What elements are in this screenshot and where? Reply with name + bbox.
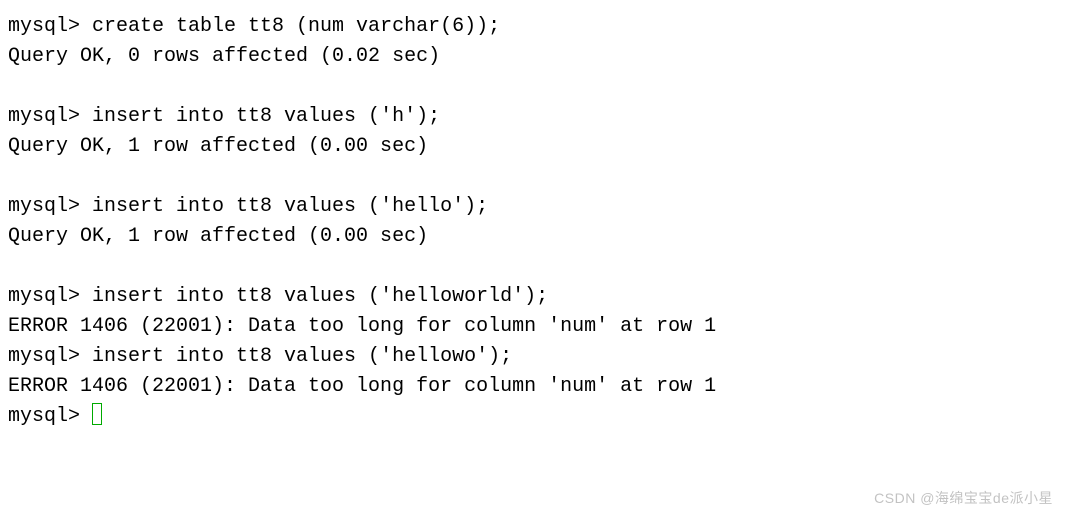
- mysql-prompt: mysql>: [8, 345, 92, 368]
- output-text: Query OK, 1 row affected (0.00 sec): [8, 135, 428, 158]
- watermark-text: CSDN @海绵宝宝de派小星: [874, 488, 1053, 509]
- command-text: insert into tt8 values ('h');: [92, 105, 440, 128]
- mysql-prompt: mysql>: [8, 405, 92, 428]
- output-text: ERROR 1406 (22001): Data too long for co…: [8, 315, 716, 338]
- mysql-prompt: mysql>: [8, 195, 92, 218]
- terminal-line: [8, 252, 1057, 282]
- terminal-line: mysql> create table tt8 (num varchar(6))…: [8, 12, 1057, 42]
- terminal-line: Query OK, 1 row affected (0.00 sec): [8, 132, 1057, 162]
- terminal-line: mysql> insert into tt8 values ('hello');: [8, 192, 1057, 222]
- terminal-line: mysql> insert into tt8 values ('hellowo'…: [8, 342, 1057, 372]
- terminal-output[interactable]: mysql> create table tt8 (num varchar(6))…: [8, 12, 1057, 432]
- terminal-line: ERROR 1406 (22001): Data too long for co…: [8, 312, 1057, 342]
- output-text: ERROR 1406 (22001): Data too long for co…: [8, 375, 716, 398]
- cursor-icon[interactable]: [92, 403, 102, 425]
- terminal-line: mysql> insert into tt8 values ('hellowor…: [8, 282, 1057, 312]
- mysql-prompt: mysql>: [8, 105, 92, 128]
- command-text: insert into tt8 values ('hello');: [92, 195, 488, 218]
- terminal-line: [8, 162, 1057, 192]
- terminal-line: Query OK, 1 row affected (0.00 sec): [8, 222, 1057, 252]
- terminal-line: mysql> insert into tt8 values ('h');: [8, 102, 1057, 132]
- command-text: create table tt8 (num varchar(6));: [92, 15, 500, 38]
- output-text: Query OK, 1 row affected (0.00 sec): [8, 225, 428, 248]
- command-text: insert into tt8 values ('hellowo');: [92, 345, 512, 368]
- mysql-prompt: mysql>: [8, 15, 92, 38]
- output-text: Query OK, 0 rows affected (0.02 sec): [8, 45, 440, 68]
- command-text: insert into tt8 values ('helloworld');: [92, 285, 548, 308]
- terminal-line: [8, 72, 1057, 102]
- terminal-line: mysql>: [8, 402, 1057, 432]
- terminal-line: ERROR 1406 (22001): Data too long for co…: [8, 372, 1057, 402]
- mysql-prompt: mysql>: [8, 285, 92, 308]
- terminal-line: Query OK, 0 rows affected (0.02 sec): [8, 42, 1057, 72]
